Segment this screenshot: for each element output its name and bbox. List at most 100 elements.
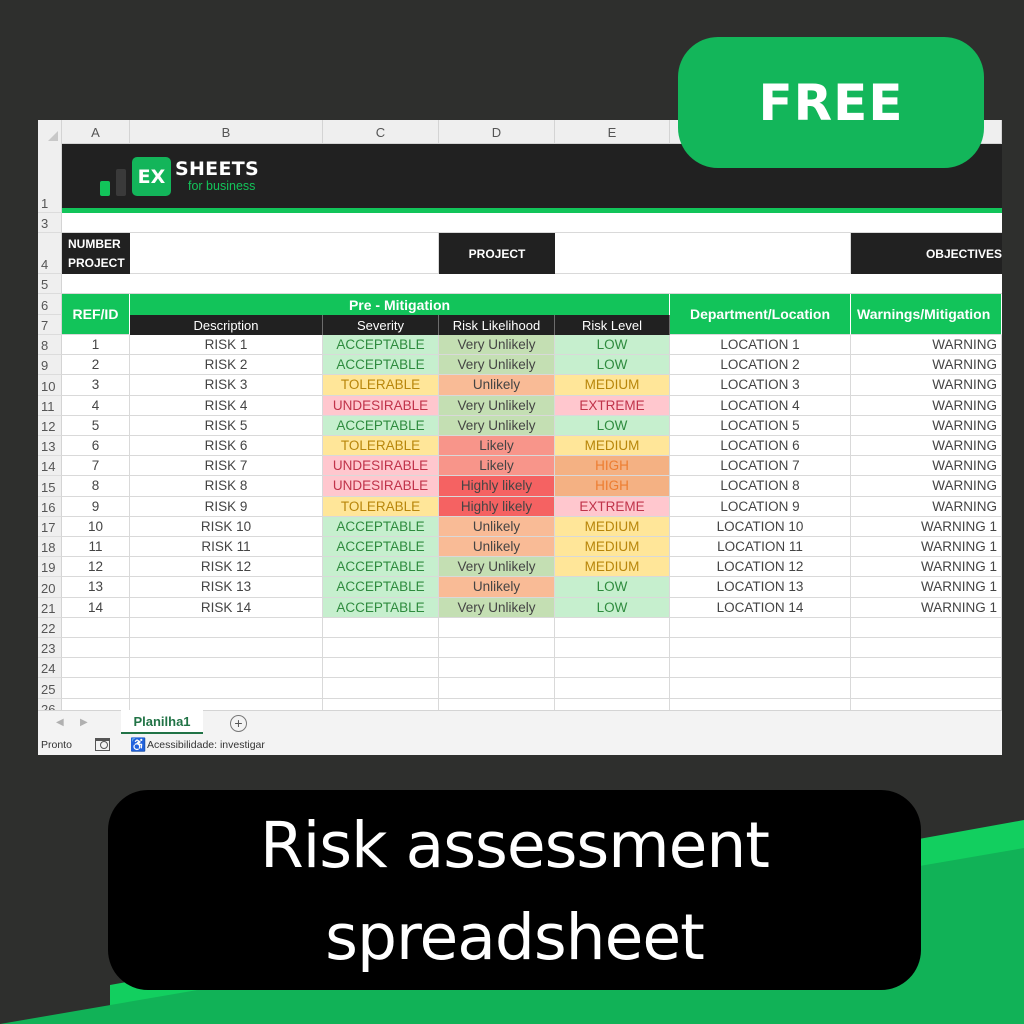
ref-id-cell[interactable]: 8 [62,476,130,497]
description-cell[interactable]: RISK 1 [130,335,323,356]
tab-scroll-right-icon[interactable]: ▶ [80,717,88,728]
row-header[interactable]: 11 [38,395,62,416]
row-header[interactable]: 15 [38,476,62,497]
macro-recorder-icon[interactable] [95,738,110,751]
row-header[interactable]: 24 [38,658,62,679]
severity-cell[interactable] [323,638,439,659]
location-cell[interactable]: LOCATION 1 [670,335,851,356]
row-header[interactable]: 18 [38,537,62,558]
row-header[interactable]: 9 [38,355,62,376]
warning-cell[interactable]: WARNING 1 [851,597,1002,618]
description-cell[interactable] [130,638,323,659]
likelihood-cell[interactable]: Very Unlikely [439,395,555,416]
location-cell[interactable]: LOCATION 10 [670,516,851,537]
warning-cell[interactable]: WARNING [851,476,1002,497]
likelihood-cell[interactable] [439,658,555,679]
location-cell[interactable]: LOCATION 6 [670,436,851,457]
row-header[interactable]: 13 [38,436,62,457]
likelihood-cell[interactable]: Very Unlikely [439,597,555,618]
ref-id-cell[interactable]: 14 [62,597,130,618]
risk-level-cell[interactable]: LOW [555,355,670,376]
warning-cell[interactable]: WARNING [851,456,1002,477]
location-cell[interactable] [670,617,851,638]
description-cell[interactable]: RISK 11 [130,537,323,558]
select-all-corner[interactable] [38,120,62,144]
column-header-b[interactable]: B [130,120,323,144]
ref-id-cell[interactable]: 5 [62,415,130,436]
row-header[interactable]: 14 [38,456,62,477]
description-cell[interactable] [130,678,323,699]
ref-id-cell[interactable]: 2 [62,355,130,376]
description-cell[interactable]: RISK 13 [130,577,323,598]
row-header[interactable]: 12 [38,415,62,436]
row-header[interactable]: 17 [38,516,62,537]
risk-level-cell[interactable]: HIGH [555,456,670,477]
project-field[interactable] [555,233,851,274]
severity-cell[interactable]: ACCEPTABLE [323,516,439,537]
accessibility-status[interactable]: Acessibilidade: investigar [147,739,265,751]
location-cell[interactable] [670,678,851,699]
warning-cell[interactable]: WARNING [851,496,1002,517]
row-header[interactable]: 20 [38,577,62,598]
row-header[interactable]: 3 [38,213,62,233]
risk-level-cell[interactable] [555,638,670,659]
risk-level-cell[interactable]: MEDIUM [555,375,670,396]
likelihood-cell[interactable]: Very Unlikely [439,335,555,356]
severity-cell[interactable] [323,678,439,699]
ref-id-cell[interactable] [62,617,130,638]
ref-id-cell[interactable]: 1 [62,335,130,356]
column-header-e[interactable]: E [555,120,670,144]
location-cell[interactable]: LOCATION 5 [670,415,851,436]
location-cell[interactable]: LOCATION 2 [670,355,851,376]
risk-level-cell[interactable] [555,658,670,679]
ref-id-cell[interactable]: 11 [62,537,130,558]
likelihood-cell[interactable]: Likely [439,436,555,457]
severity-cell[interactable]: UNDESIRABLE [323,456,439,477]
location-cell[interactable]: LOCATION 8 [670,476,851,497]
risk-level-cell[interactable]: LOW [555,415,670,436]
severity-cell[interactable]: ACCEPTABLE [323,557,439,578]
severity-cell[interactable]: ACCEPTABLE [323,597,439,618]
severity-cell[interactable]: ACCEPTABLE [323,335,439,356]
empty-row-5[interactable] [62,274,1002,294]
severity-cell[interactable] [323,658,439,679]
description-cell[interactable]: RISK 2 [130,355,323,376]
column-header-c[interactable]: C [323,120,439,144]
description-cell[interactable]: RISK 7 [130,456,323,477]
description-cell[interactable]: RISK 5 [130,415,323,436]
severity-cell[interactable]: ACCEPTABLE [323,577,439,598]
severity-cell[interactable]: UNDESIRABLE [323,476,439,497]
warning-cell[interactable] [851,638,1002,659]
location-cell[interactable]: LOCATION 4 [670,395,851,416]
severity-cell[interactable]: ACCEPTABLE [323,355,439,376]
risk-level-cell[interactable]: MEDIUM [555,436,670,457]
description-cell[interactable] [130,617,323,638]
likelihood-cell[interactable]: Highly likely [439,476,555,497]
column-header-a[interactable]: A [62,120,130,144]
location-cell[interactable] [670,658,851,679]
risk-level-cell[interactable]: LOW [555,597,670,618]
location-cell[interactable]: LOCATION 12 [670,557,851,578]
row-header[interactable]: 23 [38,638,62,659]
description-cell[interactable] [130,658,323,679]
likelihood-cell[interactable]: Unlikely [439,537,555,558]
location-cell[interactable]: LOCATION 11 [670,537,851,558]
description-cell[interactable]: RISK 9 [130,496,323,517]
row-header[interactable]: 22 [38,617,62,638]
row-header[interactable]: 7 [38,315,62,335]
ref-id-cell[interactable]: 6 [62,436,130,457]
risk-level-cell[interactable] [555,617,670,638]
likelihood-cell[interactable]: Highly likely [439,496,555,517]
row-header[interactable]: 6 [38,294,62,315]
row-header[interactable]: 25 [38,678,62,699]
warning-cell[interactable] [851,617,1002,638]
row-header[interactable]: 4 [38,233,62,274]
location-cell[interactable] [670,638,851,659]
description-cell[interactable]: RISK 14 [130,597,323,618]
plus-circle-icon[interactable]: + [230,715,247,732]
ref-id-cell[interactable]: 4 [62,395,130,416]
ref-id-cell[interactable]: 13 [62,577,130,598]
row-header[interactable]: 21 [38,597,62,618]
risk-level-cell[interactable]: LOW [555,335,670,356]
row-header[interactable]: 10 [38,375,62,396]
